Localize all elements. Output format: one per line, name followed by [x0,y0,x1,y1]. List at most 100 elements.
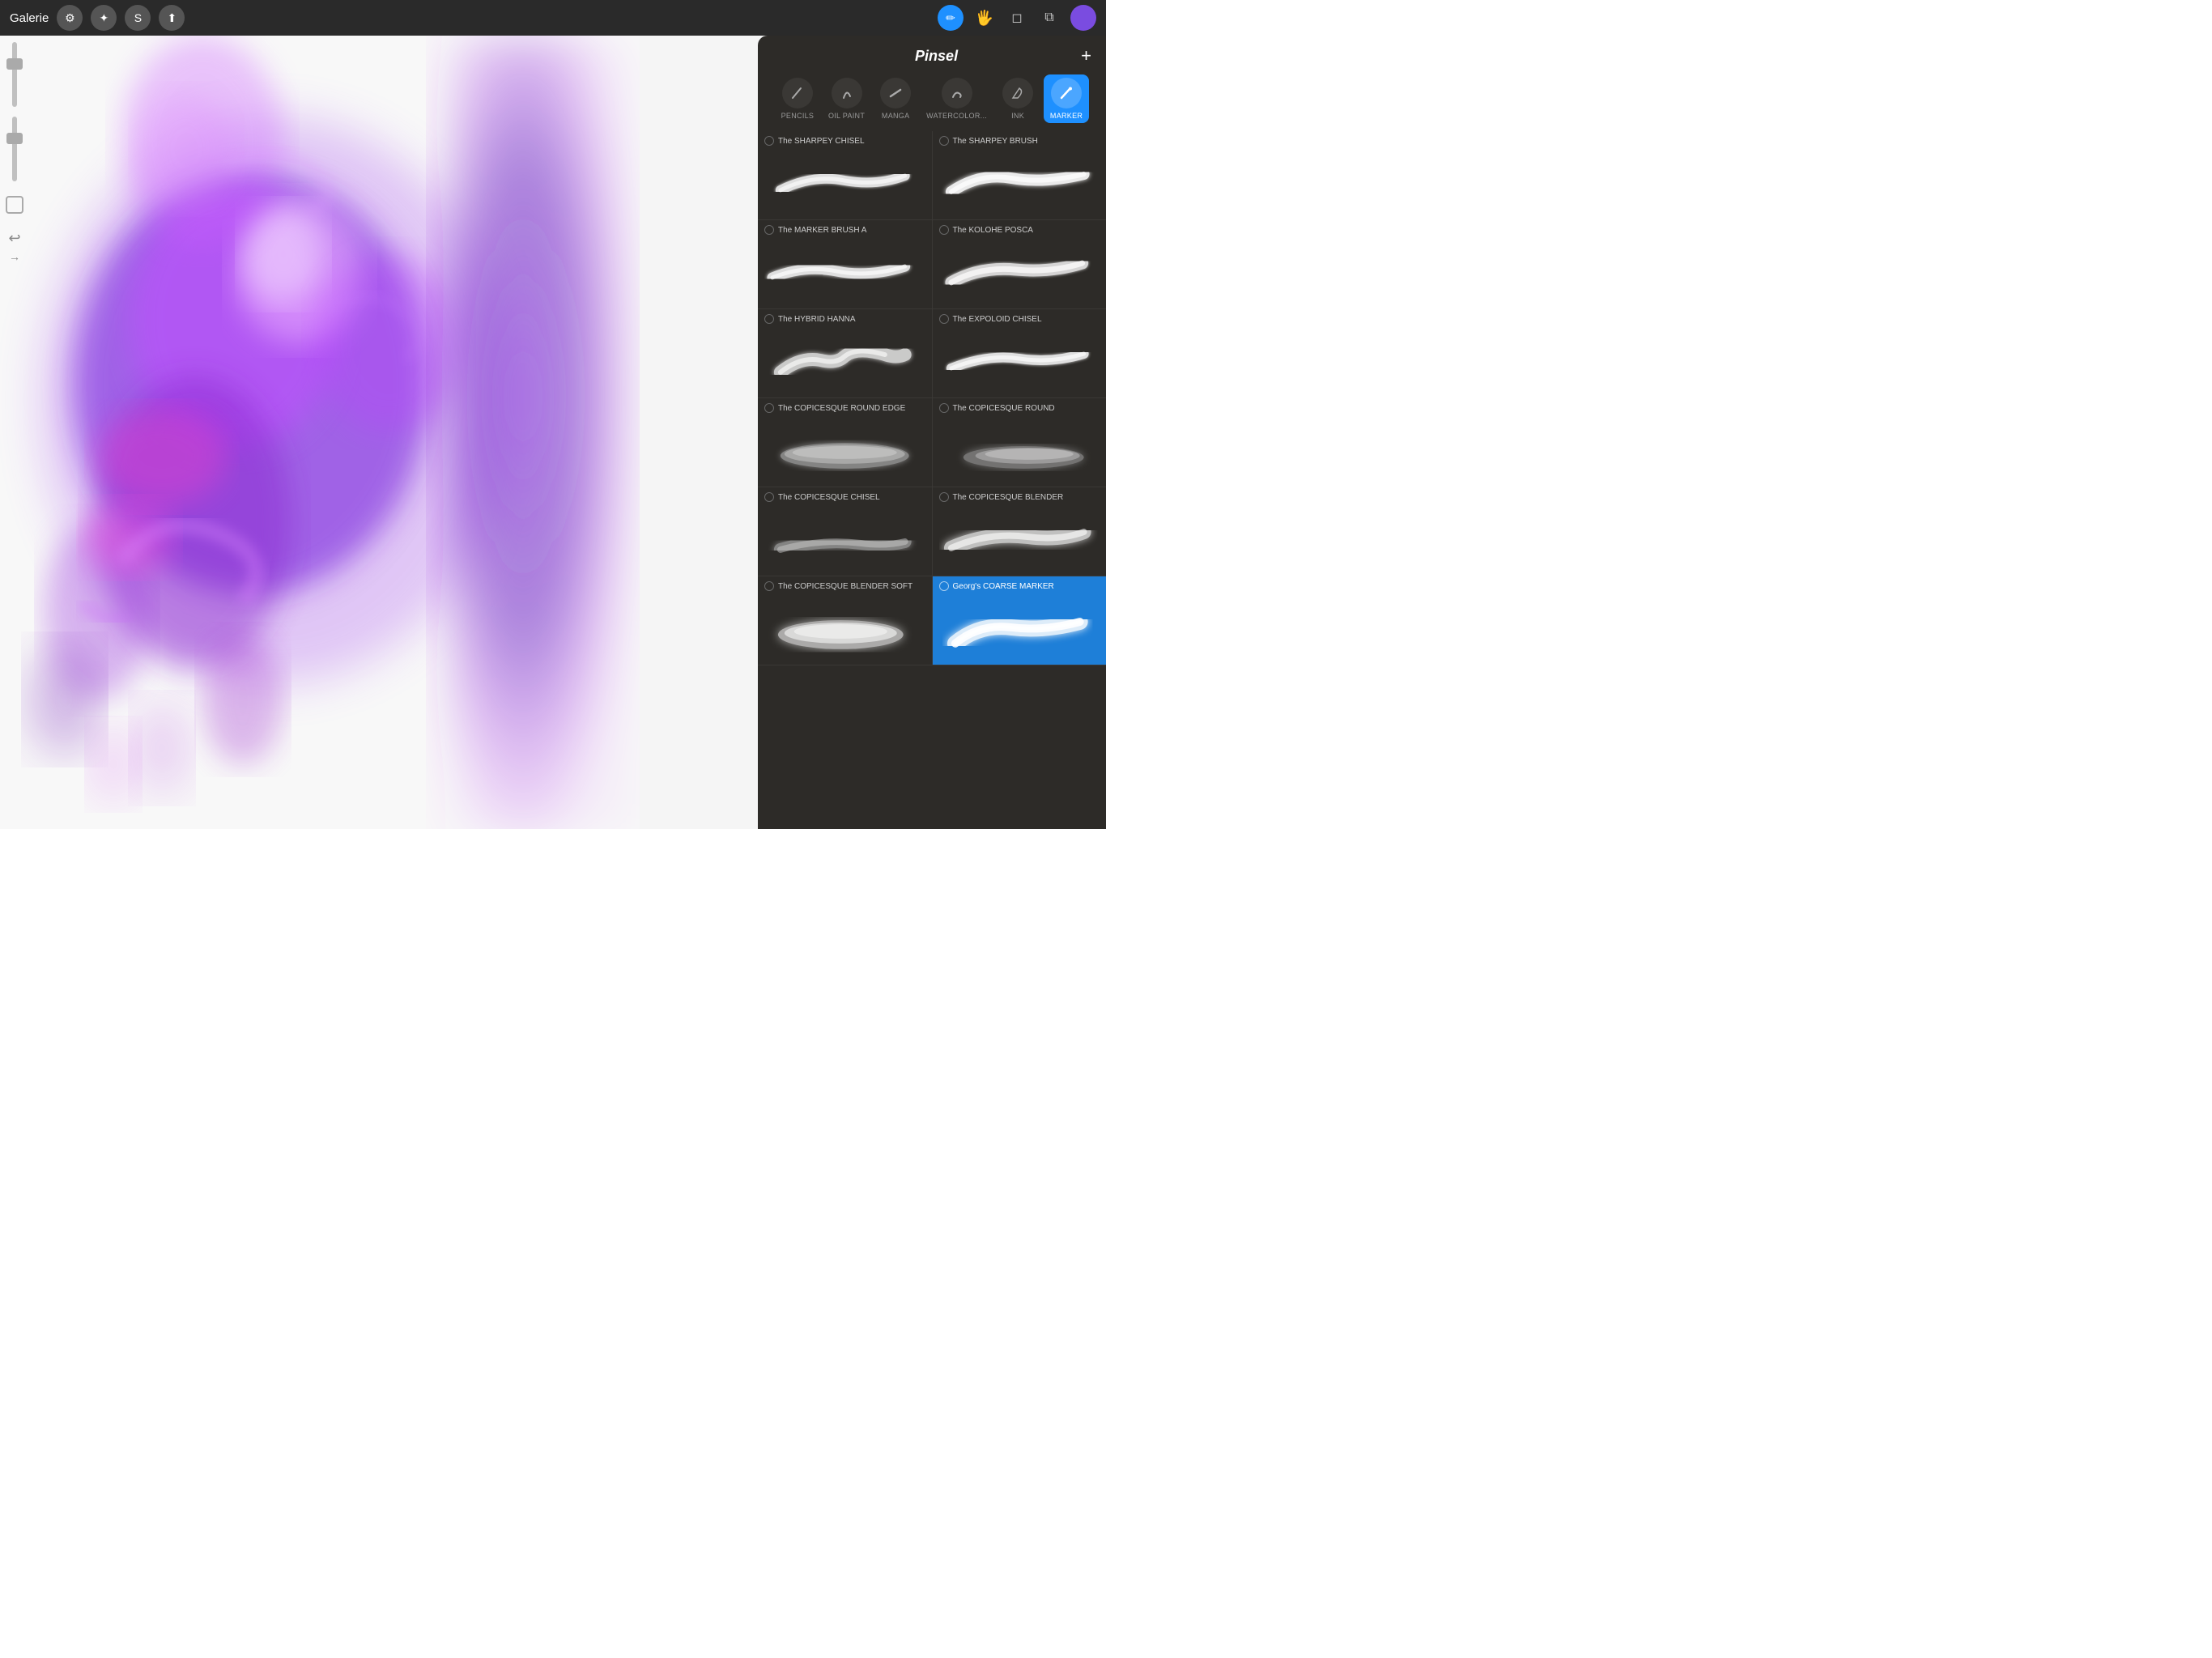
brush-stroke-svg [764,599,925,656]
adjust-icon: ✦ [99,11,108,25]
size-slider[interactable] [12,117,17,181]
layers-button[interactable]: ⧉ [1038,6,1061,29]
brush-copicesque-round-edge[interactable]: The COPICESQUE ROUND EDGE [758,398,933,487]
brush-radio [939,492,949,502]
watercolor-label: WATERCOLOR... [926,112,987,120]
undo-button[interactable]: ↩ [8,230,20,247]
brush-header: The EXPOLOID CHISEL [939,314,1100,324]
eraser-button[interactable]: ◻ [1006,6,1028,29]
opacity-slider-thumb [6,58,23,70]
brush-copicesque-chisel[interactable]: The COPICESQUE CHISEL [758,487,933,576]
brush-stroke-svg [939,421,1100,478]
brush-copicesque-blender[interactable]: The COPICESQUE BLENDER [933,487,1107,576]
pen-button[interactable]: ✏ [938,5,963,31]
brush-name: The SHARPEY BRUSH [953,137,1038,146]
brush-stroke-svg [764,332,925,389]
marker-icon [1051,78,1082,108]
brush-copicesque-blender-soft[interactable]: The COPICESQUE BLENDER SOFT [758,576,933,665]
tab-watercolor[interactable]: WATERCOLOR... [921,74,992,123]
brush-list: The SHARPEY CHISEL The SHARPEY BRUSH [758,130,1106,829]
canvas-painting [0,36,640,829]
brush-preview [764,236,925,305]
brush-preview [939,504,1100,572]
brush-marker-brush-a[interactable]: The MARKER BRUSH A [758,220,933,308]
adjust-button[interactable]: ✦ [91,5,117,31]
brush-name: The EXPOLOID CHISEL [953,315,1042,324]
add-brush-button[interactable]: + [1081,47,1091,65]
brush-name: Georg's COARSE MARKER [953,582,1054,591]
wrench-button[interactable]: ⚙ [57,5,83,31]
brush-expoloid-chisel[interactable]: The EXPOLOID CHISEL [933,309,1107,397]
brush-sharpey-brush[interactable]: The SHARPEY BRUSH [933,131,1107,219]
brush-coarse-marker[interactable]: Georg's COARSE MARKER [933,576,1107,665]
smudge-button[interactable]: 🖐 [973,6,996,29]
brush-header: The HYBRID HANNA [764,314,925,324]
select-icon: S [134,11,142,24]
brush-name: The COPICESQUE CHISEL [778,493,880,502]
ink-icon [1002,78,1033,108]
category-tabs: PENCILS OIL PAINT MANGA WATERCOLOR... IN… [758,71,1106,130]
oil-paint-icon [832,78,862,108]
redo-button[interactable]: → [9,250,20,263]
brush-stroke-svg [764,510,925,567]
brush-radio [939,581,949,591]
brush-name: The HYBRID HANNA [778,315,856,324]
color-swatch[interactable] [1070,5,1096,31]
brush-header: The SHARPEY CHISEL [764,136,925,146]
brush-name: The COPICESQUE ROUND EDGE [778,404,905,413]
watercolor-icon [942,78,972,108]
transform-button[interactable]: ⬆ [159,5,185,31]
brush-radio [939,136,949,146]
brush-sharpey-chisel[interactable]: The SHARPEY CHISEL [758,131,933,219]
tab-oil-paint[interactable]: OIL PAINT [823,74,870,123]
brush-name: The KOLOHE POSCA [953,226,1033,235]
oil-paint-label: OIL PAINT [828,112,865,120]
eraser-icon: ◻ [1011,10,1022,26]
brush-copicesque-round[interactable]: The COPICESQUE ROUND [933,398,1107,487]
brush-row-6: The COPICESQUE BLENDER SOFT Georg's COAR… [758,576,1106,665]
opacity-slider[interactable] [12,42,17,107]
brush-preview [764,504,925,572]
manga-icon [880,78,911,108]
select-button[interactable]: S [125,5,151,31]
toolbar-left: Galerie ⚙ ✦ S ⬆ [10,5,938,31]
brush-header: The MARKER BRUSH A [764,225,925,235]
brush-radio [764,492,774,502]
toolbar: Galerie ⚙ ✦ S ⬆ ✏ 🖐 ◻ ⧉ [0,0,1106,36]
brush-hybrid-hanna[interactable]: The HYBRID HANNA [758,309,933,397]
brush-header: The KOLOHE POSCA [939,225,1100,235]
brush-radio [939,225,949,235]
wrench-icon: ⚙ [65,11,75,25]
left-sidebar: ↩ → [0,36,29,829]
brush-radio [764,314,774,324]
pencils-label: PENCILS [781,112,815,120]
brush-preview [939,236,1100,305]
galerie-button[interactable]: Galerie [10,11,49,25]
brush-name: The COPICESQUE BLENDER [953,493,1064,502]
brush-panel: Pinsel + PENCILS OIL PAINT MANGA WA [758,36,1106,829]
tab-marker[interactable]: MARKER [1044,74,1089,123]
tool-mode-button[interactable] [6,196,23,214]
brush-preview [764,414,925,483]
brush-row-1: The SHARPEY CHISEL The SHARPEY BRUSH [758,131,1106,220]
brush-header: The COPICESQUE BLENDER SOFT [764,581,925,591]
brush-preview [939,593,1100,661]
brush-radio [764,403,774,413]
toolbar-right: ✏ 🖐 ◻ ⧉ [938,5,1096,31]
brush-stroke-svg [764,243,925,300]
brush-radio [939,403,949,413]
brush-name: The COPICESQUE BLENDER SOFT [778,582,912,591]
brush-row-2: The MARKER BRUSH A The KOLOHE POSCA [758,220,1106,309]
tab-ink[interactable]: INK [995,74,1040,123]
brush-row-3: The HYBRID HANNA The EXPOLOID CHISEL [758,309,1106,398]
tab-manga[interactable]: MANGA [873,74,918,123]
tab-pencils[interactable]: PENCILS [775,74,820,123]
brush-preview [939,147,1100,216]
brush-stroke-svg [939,599,1100,656]
brush-header: The SHARPEY BRUSH [939,136,1100,146]
brush-preview [764,325,925,394]
brush-preview [764,147,925,216]
brush-kolohe-posca[interactable]: The KOLOHE POSCA [933,220,1107,308]
brush-header: The COPICESQUE ROUND EDGE [764,403,925,413]
brush-radio [764,581,774,591]
